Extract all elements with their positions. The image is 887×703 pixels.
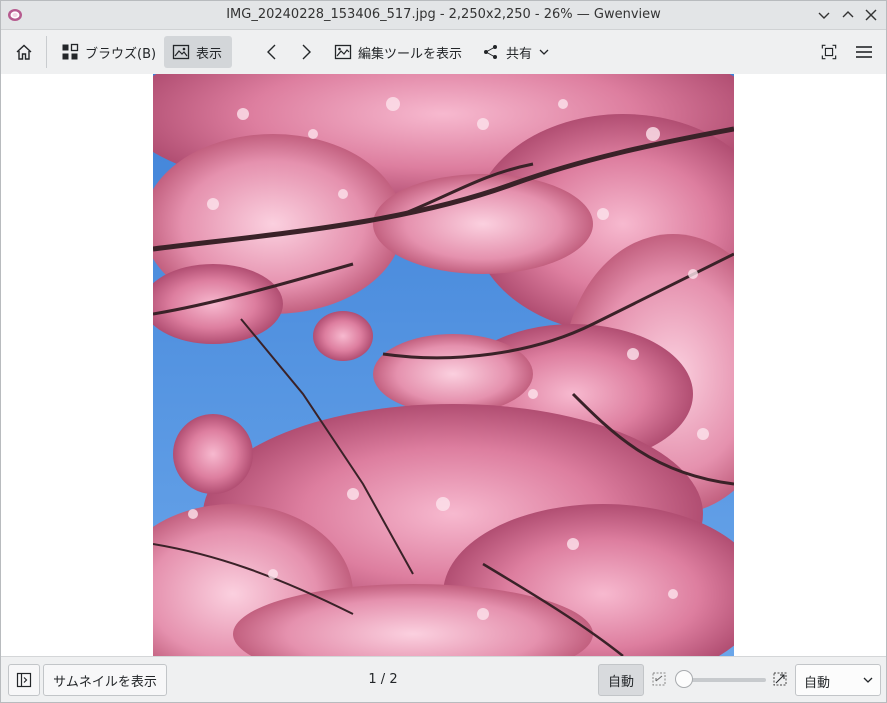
- title-bar[interactable]: IMG_20240228_153406_517.jpg - 2,250x2,25…: [1, 1, 886, 30]
- chevron-down-icon: [539, 49, 549, 55]
- sidebar-toggle-icon: [16, 672, 32, 688]
- share-icon: [484, 45, 497, 59]
- zoom-in-icon[interactable]: [773, 672, 787, 686]
- zoom-combobox-value: 自動: [804, 676, 831, 691]
- fullscreen-icon: [821, 44, 837, 60]
- next-button[interactable]: [291, 36, 321, 68]
- maximize-icon[interactable]: [839, 6, 857, 24]
- image-edit-icon: [334, 44, 352, 60]
- close-icon[interactable]: [862, 6, 880, 24]
- previous-button[interactable]: [257, 36, 287, 68]
- zoom-combobox[interactable]: 自動: [795, 664, 881, 696]
- show-thumbnails-button[interactable]: サムネイルを表示: [43, 664, 167, 696]
- window-title: IMG_20240228_153406_517.jpg - 2,250x2,25…: [226, 7, 661, 22]
- grid-icon: [62, 43, 79, 60]
- edit-tools-button[interactable]: 編集ツールを表示: [326, 36, 470, 68]
- image-view-area[interactable]: [1, 74, 886, 656]
- hamburger-menu-button[interactable]: [847, 36, 881, 68]
- hamburger-menu-icon: [856, 46, 872, 58]
- fullscreen-button[interactable]: [813, 36, 845, 68]
- browse-label: ブラウズ(B): [85, 46, 157, 62]
- cherry-blossom-photo[interactable]: [153, 74, 734, 656]
- gwenview-window: IMG_20240228_153406_517.jpg - 2,250x2,25…: [0, 0, 887, 703]
- zoom-auto-label: 自動: [607, 674, 634, 690]
- page-indicator: 1 / 2: [368, 672, 398, 687]
- view-button[interactable]: 表示: [164, 36, 232, 68]
- home-icon: [16, 44, 32, 60]
- toggle-sidebar-button[interactable]: [8, 664, 40, 696]
- toolbar-separator: [46, 36, 47, 68]
- zoom-out-icon[interactable]: [652, 672, 666, 686]
- browse-button[interactable]: ブラウズ(B): [53, 36, 164, 68]
- minimize-icon[interactable]: [815, 6, 833, 24]
- share-label: 共有: [506, 46, 533, 62]
- share-button[interactable]: 共有: [474, 36, 558, 68]
- zoom-slider-handle[interactable]: [675, 670, 693, 688]
- main-toolbar: ブラウズ(B) 表示 編集ツールを表示 共有: [1, 30, 886, 74]
- chevron-down-icon: [863, 677, 873, 683]
- zoom-to-fit-button[interactable]: 自動: [598, 664, 644, 696]
- status-bar: サムネイルを表示 1 / 2 自動 自動: [1, 656, 886, 702]
- image-icon: [172, 44, 190, 60]
- chevron-right-icon: [302, 44, 311, 60]
- view-label: 表示: [196, 46, 223, 62]
- chevron-left-icon: [267, 44, 276, 60]
- show-thumbnails-label: サムネイルを表示: [53, 674, 157, 690]
- edit-tools-label: 編集ツールを表示: [358, 46, 463, 62]
- home-button[interactable]: [7, 36, 41, 68]
